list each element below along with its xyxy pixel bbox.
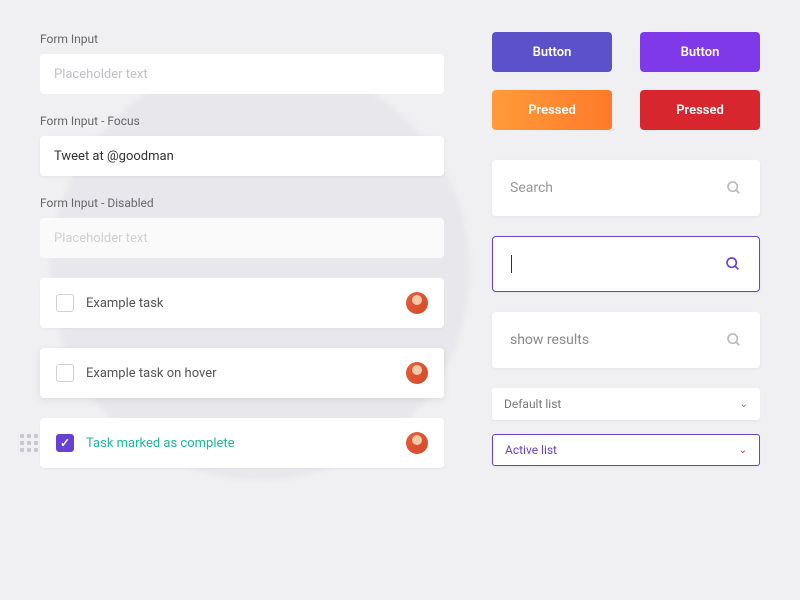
search-icon — [726, 332, 742, 348]
form-input-focus[interactable] — [40, 136, 444, 176]
button-secondary[interactable]: Button — [640, 32, 760, 72]
select-label: Default list — [504, 397, 561, 411]
search-box-results[interactable] — [492, 312, 760, 368]
checkbox-checked[interactable] — [56, 434, 74, 452]
button-pressed-orange[interactable]: Pressed — [492, 90, 612, 130]
chevron-down-icon: ⌄ — [740, 399, 748, 410]
task-item-complete[interactable]: Task marked as complete — [40, 418, 444, 468]
avatar — [406, 432, 428, 454]
task-label: Task marked as complete — [86, 436, 394, 451]
form-input[interactable] — [40, 54, 444, 94]
task-item[interactable]: Example task — [40, 278, 444, 328]
checkbox[interactable] — [56, 294, 74, 312]
chevron-down-icon: ⌄ — [739, 445, 747, 456]
input-label-disabled: Form Input - Disabled — [40, 196, 444, 210]
search-input-focus[interactable] — [512, 256, 725, 272]
avatar — [406, 292, 428, 314]
form-input-disabled — [40, 218, 444, 258]
button-pressed-red[interactable]: Pressed — [640, 90, 760, 130]
button-primary[interactable]: Button — [492, 32, 612, 72]
select-label: Active list — [505, 443, 557, 457]
search-icon — [725, 256, 741, 272]
search-input[interactable] — [510, 180, 726, 196]
input-label: Form Input — [40, 32, 444, 46]
select-active[interactable]: Active list ⌄ — [492, 434, 760, 466]
avatar — [406, 362, 428, 384]
search-box-focus[interactable] — [492, 236, 760, 292]
search-icon — [726, 180, 742, 196]
task-item-hover[interactable]: Example task on hover — [40, 348, 444, 398]
input-label-focus: Form Input - Focus — [40, 114, 444, 128]
checkbox[interactable] — [56, 364, 74, 382]
search-box[interactable] — [492, 160, 760, 216]
task-label: Example task — [86, 296, 394, 311]
search-input-results[interactable] — [510, 332, 726, 348]
select-default[interactable]: Default list ⌄ — [492, 388, 760, 420]
task-label: Example task on hover — [86, 366, 394, 381]
